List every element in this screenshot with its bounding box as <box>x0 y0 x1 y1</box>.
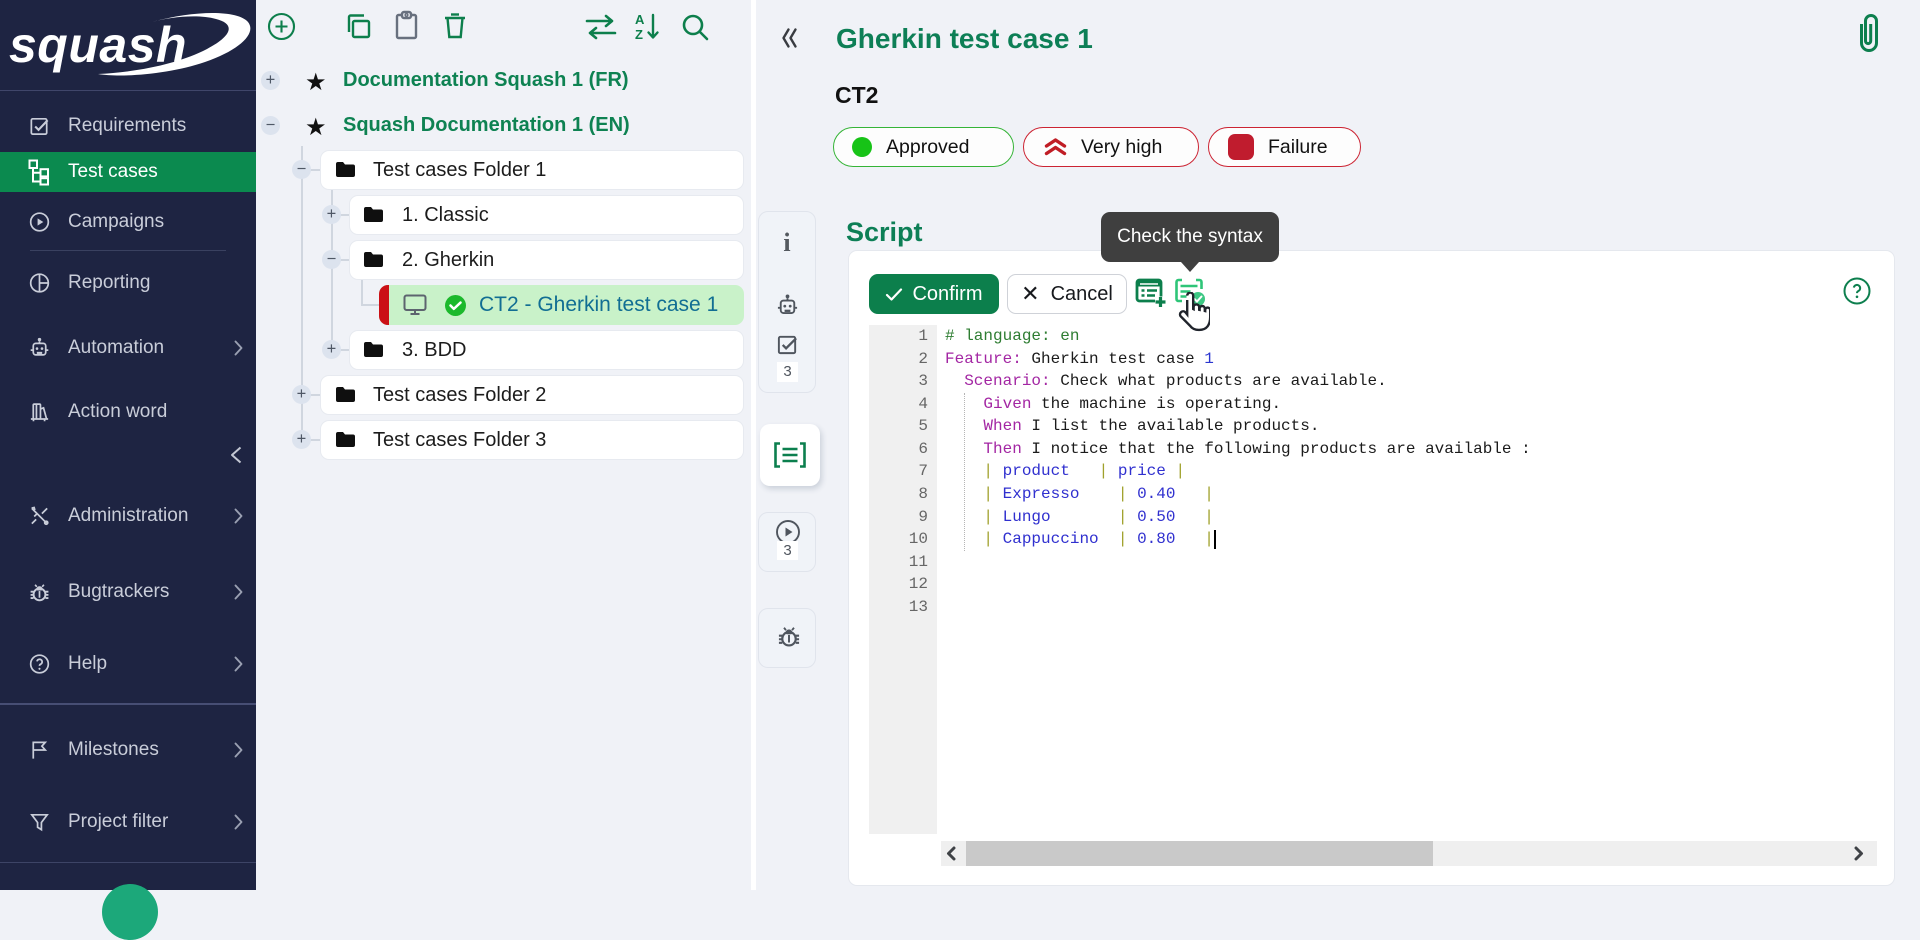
svg-text:Z: Z <box>635 27 643 42</box>
svg-text:squash: squash <box>9 17 187 73</box>
svg-text:A: A <box>635 12 645 27</box>
